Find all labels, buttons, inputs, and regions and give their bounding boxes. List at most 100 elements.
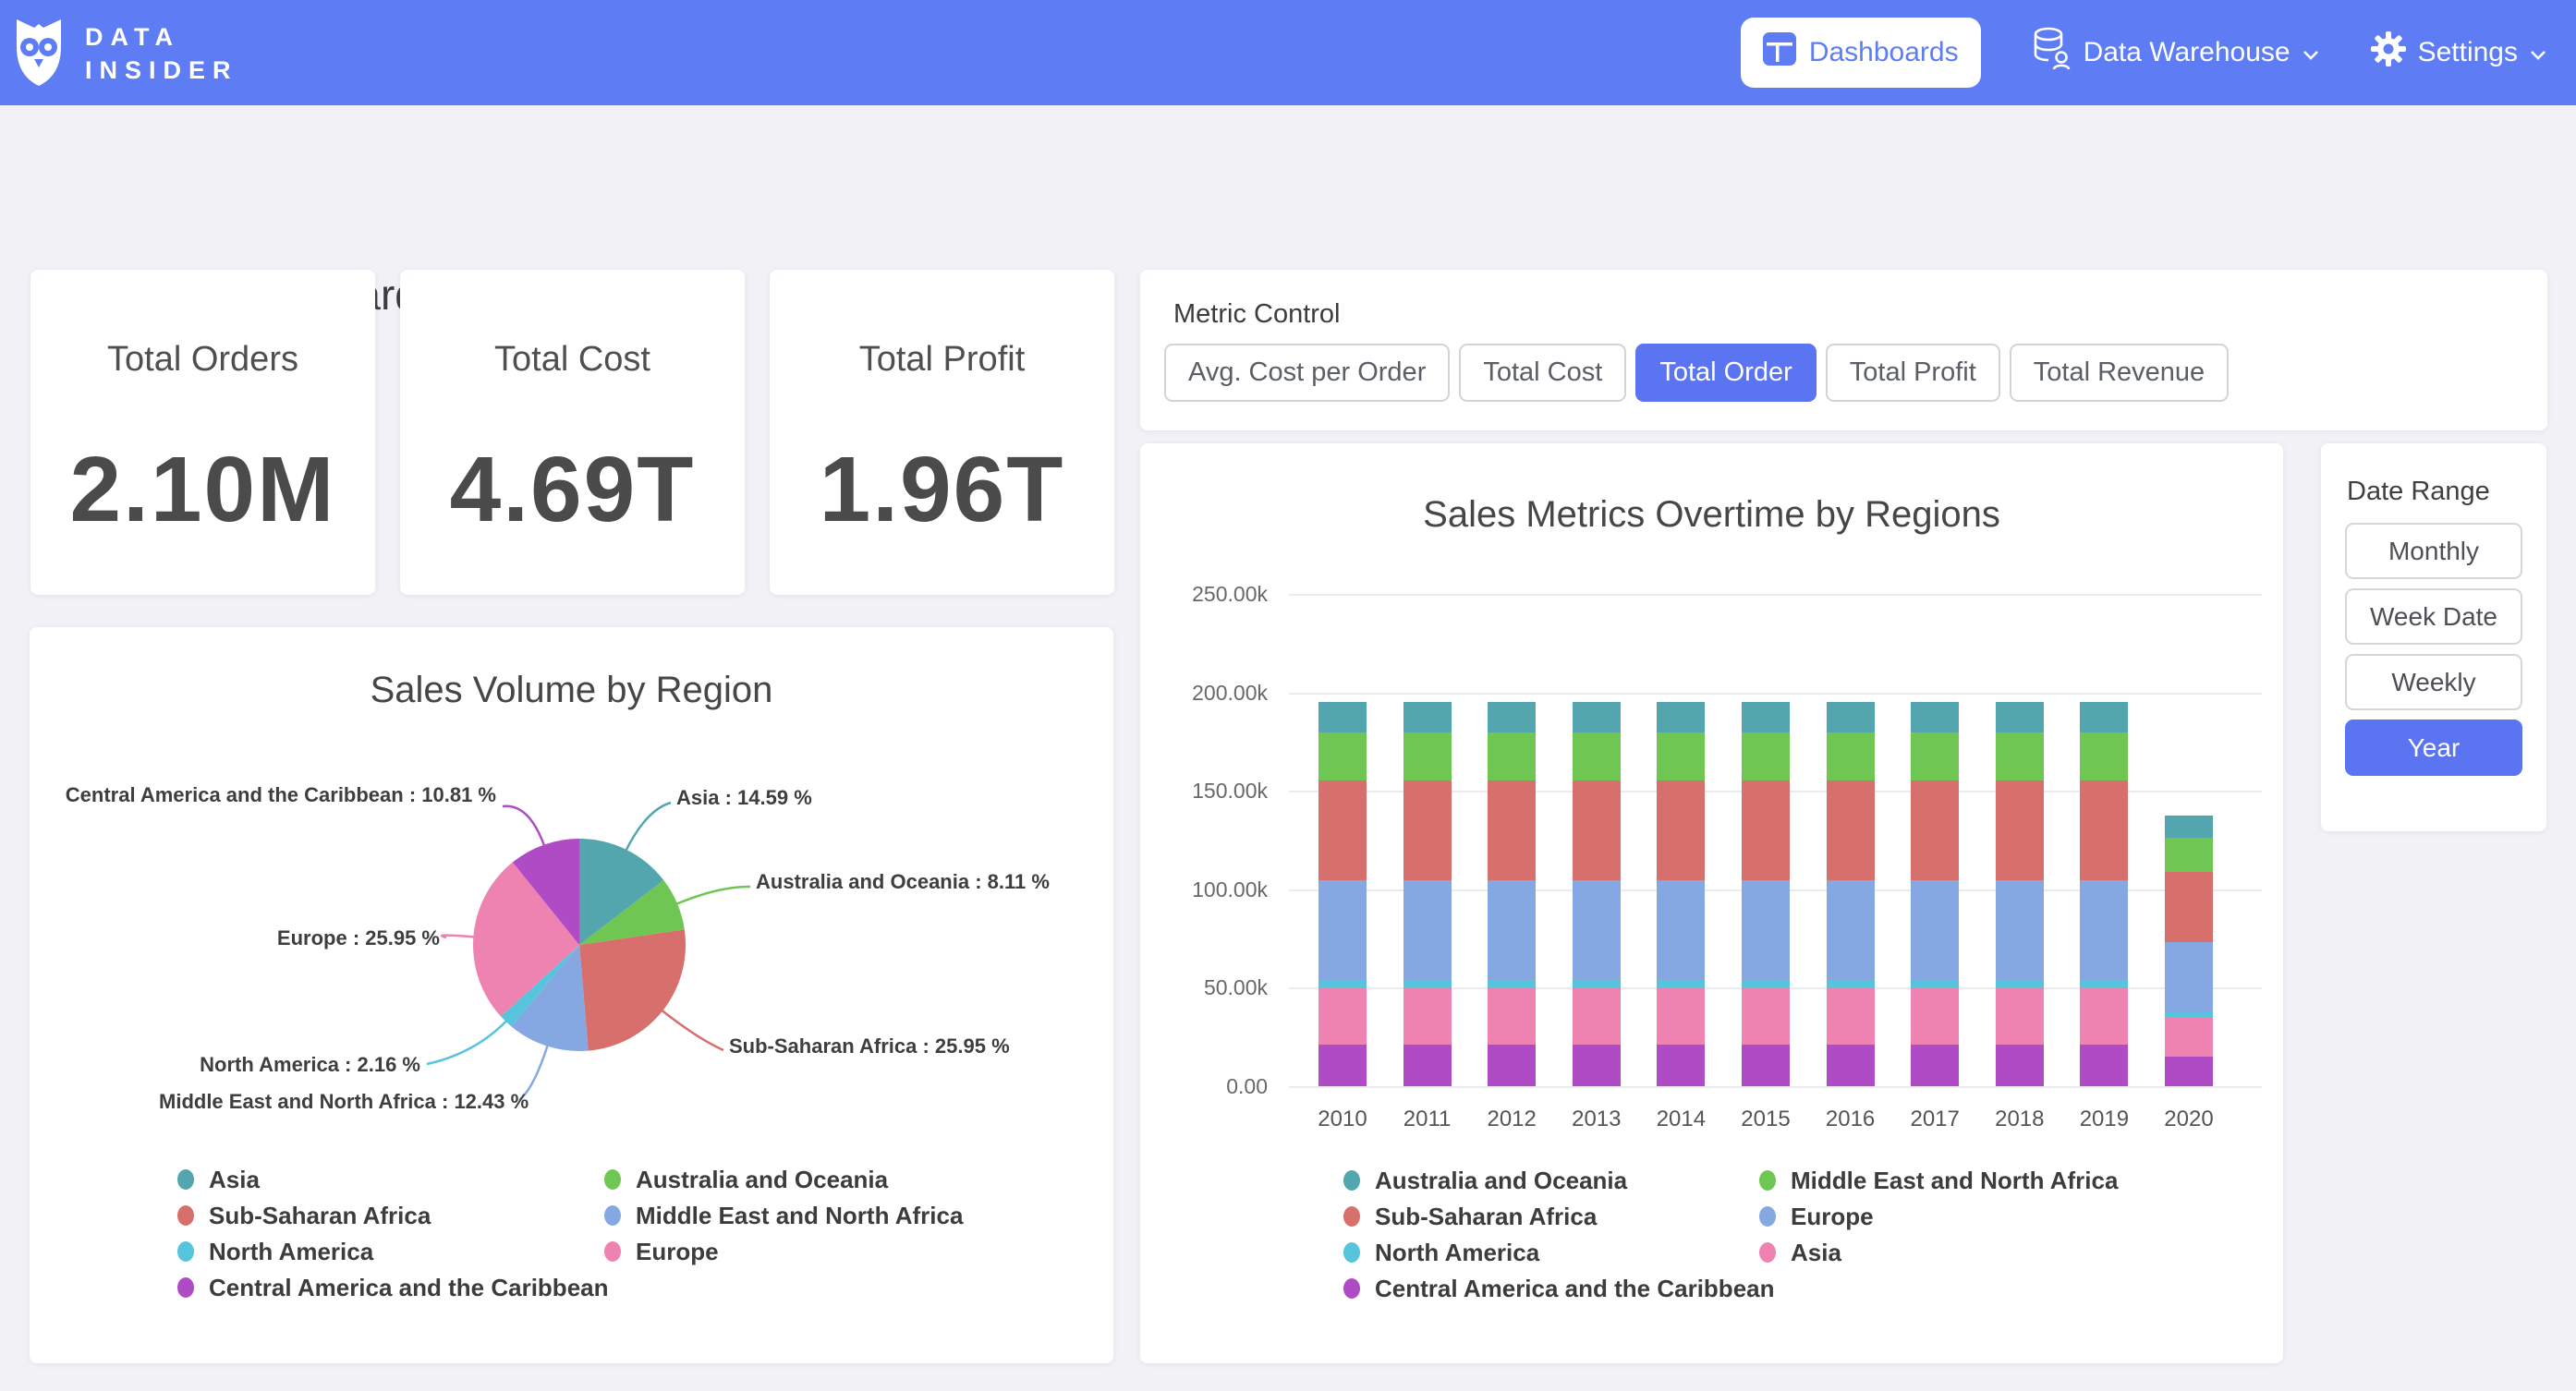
- legend-item-australia-and-oceania[interactable]: Australia and Oceania: [604, 1166, 963, 1193]
- brand-logo[interactable]: DATA INSIDER: [15, 15, 238, 91]
- bar-segment-north-america[interactable]: [1742, 980, 1790, 988]
- bar-segment-australia-and-oceania[interactable]: [1488, 702, 1536, 733]
- bar-segment-asia[interactable]: [1996, 988, 2044, 1045]
- bar-segment-asia[interactable]: [2080, 988, 2128, 1045]
- bar-segment-sub-saharan-africa[interactable]: [1911, 780, 1959, 880]
- bar-segment-middle-east-and-north-africa[interactable]: [1657, 732, 1705, 780]
- bar-segment-australia-and-oceania[interactable]: [1657, 702, 1705, 733]
- legend-item-australia-and-oceania[interactable]: Australia and Oceania: [1343, 1167, 1775, 1194]
- date-option-monthly[interactable]: Monthly: [2345, 523, 2522, 579]
- legend-item-middle-east-and-north-africa[interactable]: Middle East and North Africa: [1759, 1167, 2118, 1194]
- bar-segment-asia[interactable]: [1488, 988, 1536, 1045]
- bar-segment-europe[interactable]: [2080, 880, 2128, 980]
- bar-segment-middle-east-and-north-africa[interactable]: [1403, 732, 1452, 780]
- bar-segment-europe[interactable]: [1996, 880, 2044, 980]
- legend-item-middle-east-and-north-africa[interactable]: Middle East and North Africa: [604, 1202, 963, 1229]
- bar-segment-central-america-and-the-caribbean[interactable]: [1573, 1045, 1621, 1086]
- metric-button-total-revenue[interactable]: Total Revenue: [2010, 344, 2229, 402]
- legend-item-sub-saharan-africa[interactable]: Sub-Saharan Africa: [1343, 1203, 1775, 1230]
- date-option-week-date[interactable]: Week Date: [2345, 588, 2522, 645]
- metric-button-total-profit[interactable]: Total Profit: [1826, 344, 2000, 402]
- bar-2014[interactable]: [1657, 702, 1705, 1086]
- bar-2012[interactable]: [1488, 702, 1536, 1086]
- bar-2020[interactable]: [2165, 816, 2213, 1087]
- bar-segment-central-america-and-the-caribbean[interactable]: [2080, 1045, 2128, 1086]
- bar-2019[interactable]: [2080, 702, 2128, 1086]
- bar-segment-north-america[interactable]: [1488, 980, 1536, 988]
- legend-item-north-america[interactable]: North America: [177, 1238, 609, 1265]
- bar-segment-sub-saharan-africa[interactable]: [2080, 780, 2128, 880]
- bar-segment-asia[interactable]: [1657, 988, 1705, 1045]
- bar-segment-central-america-and-the-caribbean[interactable]: [1742, 1045, 1790, 1086]
- bar-segment-europe[interactable]: [1742, 880, 1790, 980]
- pie-slice-sub-saharan-africa[interactable]: [579, 929, 686, 1050]
- bar-segment-sub-saharan-africa[interactable]: [1742, 780, 1790, 880]
- date-option-year[interactable]: Year: [2345, 720, 2522, 776]
- bar-segment-north-america[interactable]: [2080, 980, 2128, 988]
- bar-segment-middle-east-and-north-africa[interactable]: [1573, 732, 1621, 780]
- bar-segment-central-america-and-the-caribbean[interactable]: [1403, 1045, 1452, 1086]
- bar-segment-north-america[interactable]: [1827, 980, 1875, 988]
- bar-2013[interactable]: [1573, 702, 1621, 1086]
- legend-item-asia[interactable]: Asia: [1759, 1239, 2118, 1266]
- legend-item-central-america-and-the-caribbean[interactable]: Central America and the Caribbean: [177, 1274, 609, 1301]
- bar-segment-asia[interactable]: [1911, 988, 1959, 1045]
- bar-segment-sub-saharan-africa[interactable]: [1573, 780, 1621, 880]
- bar-segment-sub-saharan-africa[interactable]: [1657, 780, 1705, 880]
- bar-segment-asia[interactable]: [2165, 1018, 2213, 1058]
- bar-segment-europe[interactable]: [1827, 880, 1875, 980]
- bar-segment-middle-east-and-north-africa[interactable]: [2165, 838, 2213, 872]
- bar-2017[interactable]: [1911, 702, 1959, 1086]
- bar-segment-middle-east-and-north-africa[interactable]: [1318, 732, 1367, 780]
- bar-segment-middle-east-and-north-africa[interactable]: [2080, 732, 2128, 780]
- bar-segment-europe[interactable]: [2165, 942, 2213, 1012]
- bar-segment-sub-saharan-africa[interactable]: [1403, 780, 1452, 880]
- bar-segment-australia-and-oceania[interactable]: [1911, 702, 1959, 733]
- bar-segment-north-america[interactable]: [1911, 980, 1959, 988]
- bar-segment-australia-and-oceania[interactable]: [1573, 702, 1621, 733]
- bar-segment-sub-saharan-africa[interactable]: [1488, 780, 1536, 880]
- bar-2011[interactable]: [1403, 702, 1452, 1086]
- metric-button-avg-cost-per-order[interactable]: Avg. Cost per Order: [1164, 344, 1450, 402]
- bar-segment-north-america[interactable]: [1996, 980, 2044, 988]
- bar-segment-europe[interactable]: [1657, 880, 1705, 980]
- bar-segment-central-america-and-the-caribbean[interactable]: [1996, 1045, 2044, 1086]
- bar-segment-sub-saharan-africa[interactable]: [1827, 780, 1875, 880]
- bar-segment-asia[interactable]: [1318, 988, 1367, 1045]
- metric-button-total-order[interactable]: Total Order: [1635, 344, 1816, 402]
- bar-segment-australia-and-oceania[interactable]: [1742, 702, 1790, 733]
- bar-plot-area[interactable]: [1289, 594, 2262, 1086]
- legend-item-europe[interactable]: Europe: [1759, 1203, 2118, 1230]
- date-option-weekly[interactable]: Weekly: [2345, 654, 2522, 710]
- bar-segment-middle-east-and-north-africa[interactable]: [1827, 732, 1875, 780]
- bar-segment-central-america-and-the-caribbean[interactable]: [1657, 1045, 1705, 1086]
- bar-segment-sub-saharan-africa[interactable]: [1318, 780, 1367, 880]
- bar-segment-asia[interactable]: [1573, 988, 1621, 1045]
- bar-segment-australia-and-oceania[interactable]: [2165, 816, 2213, 838]
- legend-item-europe[interactable]: Europe: [604, 1238, 963, 1265]
- bar-segment-europe[interactable]: [1403, 880, 1452, 980]
- bar-segment-europe[interactable]: [1318, 880, 1367, 980]
- bar-segment-sub-saharan-africa[interactable]: [2165, 872, 2213, 942]
- bar-2018[interactable]: [1996, 702, 2044, 1086]
- bar-segment-europe[interactable]: [1573, 880, 1621, 980]
- bar-2010[interactable]: [1318, 702, 1367, 1086]
- bar-segment-north-america[interactable]: [1318, 980, 1367, 988]
- bar-segment-middle-east-and-north-africa[interactable]: [1911, 732, 1959, 780]
- bar-2016[interactable]: [1827, 702, 1875, 1086]
- bar-segment-australia-and-oceania[interactable]: [1318, 702, 1367, 733]
- bar-segment-middle-east-and-north-africa[interactable]: [1488, 732, 1536, 780]
- bar-segment-asia[interactable]: [1827, 988, 1875, 1045]
- bar-segment-australia-and-oceania[interactable]: [1827, 702, 1875, 733]
- bar-segment-middle-east-and-north-africa[interactable]: [1742, 732, 1790, 780]
- bar-segment-australia-and-oceania[interactable]: [1996, 702, 2044, 733]
- legend-item-asia[interactable]: Asia: [177, 1166, 609, 1193]
- bar-segment-middle-east-and-north-africa[interactable]: [1996, 732, 2044, 780]
- bar-segment-north-america[interactable]: [1657, 980, 1705, 988]
- bar-segment-central-america-and-the-caribbean[interactable]: [1911, 1045, 1959, 1086]
- legend-item-north-america[interactable]: North America: [1343, 1239, 1775, 1266]
- metric-button-total-cost[interactable]: Total Cost: [1459, 344, 1626, 402]
- bar-segment-central-america-and-the-caribbean[interactable]: [2165, 1057, 2213, 1086]
- bar-segment-asia[interactable]: [1742, 988, 1790, 1045]
- legend-item-central-america-and-the-caribbean[interactable]: Central America and the Caribbean: [1343, 1275, 1775, 1302]
